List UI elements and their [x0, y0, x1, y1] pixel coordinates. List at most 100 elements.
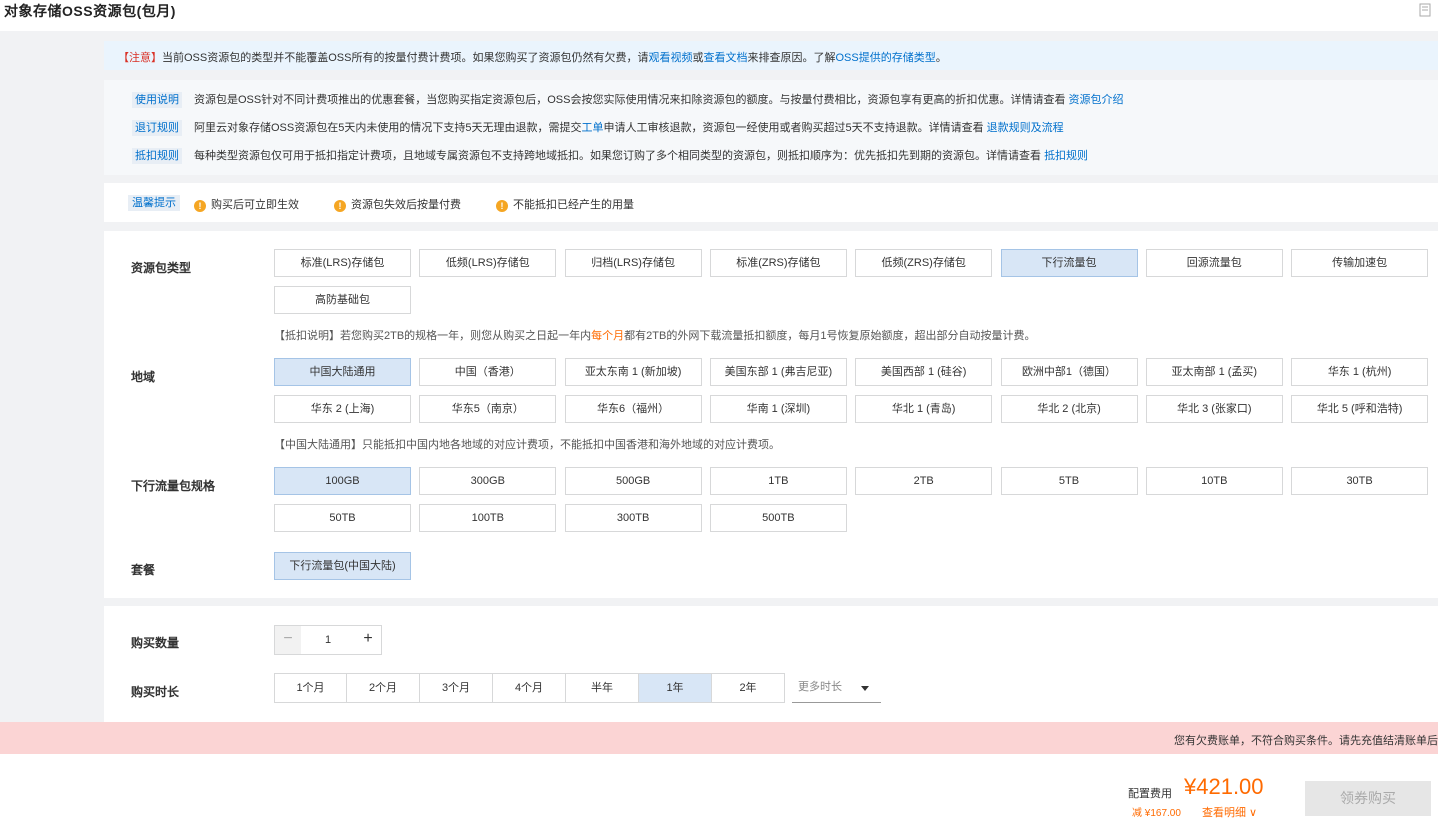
- quantity-input[interactable]: [301, 626, 355, 654]
- duration-option[interactable]: 2个月: [347, 673, 420, 703]
- spec-option[interactable]: 500GB: [564, 467, 702, 495]
- refund-text: 阿里云对象存储OSS资源包在5天内未使用的情况下支持5天无理由退款，需提交: [194, 122, 582, 134]
- top-bar: 对象存储OSS资源包(包月): [0, 0, 1438, 31]
- notice-tag: 【注意】: [118, 52, 162, 64]
- footer-bar: 配置费用 ¥421.00 减 ¥167.00 查看明细 ∨ 领券购买: [0, 754, 1438, 827]
- spec-option[interactable]: 300GB: [419, 467, 557, 495]
- arrears-alert: 您有欠费账单，不符合购买条件。请先充值结清账单后: [0, 722, 1438, 754]
- refund-label: 退订规则: [132, 120, 182, 136]
- usage-label: 使用说明: [132, 92, 182, 108]
- duration-label: 购买时长: [131, 685, 180, 699]
- info-panel: 使用说明 资源包是OSS针对不同计费项推出的优惠套餐，当您购买指定资源包后，OSS…: [104, 80, 1438, 175]
- package-intro-link[interactable]: 资源包介绍: [1069, 94, 1124, 106]
- region-option[interactable]: 华东6（福州）: [564, 395, 702, 423]
- usage-row: 使用说明 资源包是OSS针对不同计费项推出的优惠套餐，当您购买指定资源包后，OSS…: [132, 91, 1124, 108]
- view-detail-link[interactable]: 查看明细 ∨: [1202, 804, 1257, 820]
- view-doc-link[interactable]: 查看文档: [703, 52, 747, 64]
- duration-option[interactable]: 3个月: [420, 673, 493, 703]
- package-type-option[interactable]: 归档(LRS)存储包: [564, 249, 702, 277]
- spec-label: 下行流量包规格: [131, 479, 216, 493]
- region-option[interactable]: 亚太东南 1 (新加坡): [564, 358, 702, 386]
- spec-option[interactable]: 500TB: [709, 504, 847, 532]
- plan-label: 套餐: [131, 563, 156, 577]
- region-option[interactable]: 华东 1 (杭州): [1291, 358, 1429, 386]
- region-option[interactable]: 中国大陆通用: [274, 358, 411, 386]
- ticket-link[interactable]: 工单: [581, 122, 603, 134]
- package-type-option[interactable]: 传输加速包: [1291, 249, 1429, 277]
- config-panel: 资源包类型 标准(LRS)存储包 低频(LRS)存储包 归档(LRS)存储包 标准(Z…: [104, 231, 1438, 598]
- region-option[interactable]: 中国（香港）: [419, 358, 557, 386]
- tip-item: ! 不能抵扣已经产生的用量: [496, 196, 634, 212]
- page-title: 对象存储OSS资源包(包月): [4, 3, 176, 19]
- duration-option[interactable]: 1个月: [274, 673, 347, 703]
- region-option[interactable]: 华南 1 (深圳): [709, 395, 847, 423]
- region-option[interactable]: 华北 1 (青岛): [855, 395, 993, 423]
- deduct-row: 抵扣规则 每种类型资源包仅可用于抵扣指定计费项，且地域专属资源包不支持跨地域抵扣。…: [132, 147, 1088, 164]
- notice-or: 或: [692, 52, 704, 64]
- quantity-stepper[interactable]: − +: [274, 625, 382, 655]
- quantity-label: 购买数量: [131, 636, 180, 650]
- region-option[interactable]: 欧洲中部1（德国）: [1000, 358, 1138, 386]
- region-option[interactable]: 华东 2 (上海): [274, 395, 411, 423]
- spec-option[interactable]: 100TB: [419, 504, 557, 532]
- duration-option[interactable]: 半年: [566, 673, 639, 703]
- warning-icon: !: [496, 200, 508, 212]
- spec-option[interactable]: 50TB: [274, 504, 411, 532]
- region-option[interactable]: 华北 5 (呼和浩特): [1291, 395, 1429, 423]
- warning-icon: !: [194, 200, 206, 212]
- duration-option[interactable]: 4个月: [493, 673, 566, 703]
- region-option[interactable]: 华北 2 (北京): [1000, 395, 1138, 423]
- spec-option[interactable]: 30TB: [1291, 467, 1429, 495]
- region-option[interactable]: 美国东部 1 (弗吉尼亚): [709, 358, 847, 386]
- deduct-rules-link[interactable]: 抵扣规则: [1044, 150, 1088, 162]
- region-option[interactable]: 美国西部 1 (硅谷): [855, 358, 993, 386]
- spec-option[interactable]: 10TB: [1145, 467, 1283, 495]
- storage-types-link[interactable]: OSS提供的存储类型: [835, 52, 935, 64]
- warning-icon: !: [334, 200, 346, 212]
- refund-rules-link[interactable]: 退款规则及流程: [987, 122, 1064, 134]
- package-type-option[interactable]: 低频(LRS)存储包: [419, 249, 557, 277]
- region-option[interactable]: 华东5（南京）: [419, 395, 557, 423]
- package-type-option[interactable]: 标准(ZRS)存储包: [709, 249, 847, 277]
- spec-option[interactable]: 100GB: [274, 467, 411, 495]
- duration-option[interactable]: 1年: [639, 673, 712, 703]
- deduct-text: 每种类型资源包仅可用于抵扣指定计费项，且地域专属资源包不支持跨地域抵扣。如果您订…: [194, 150, 1045, 162]
- spec-option[interactable]: 300TB: [564, 504, 702, 532]
- document-icon[interactable]: [1418, 3, 1434, 17]
- caret-down-icon: [861, 686, 869, 691]
- package-type-option[interactable]: 标准(LRS)存储包: [274, 249, 411, 277]
- discount-amount: 减 ¥167.00: [1132, 808, 1181, 819]
- region-option[interactable]: 亚太南部 1 (孟买): [1145, 358, 1283, 386]
- tip-item: ! 资源包失效后按量付费: [334, 196, 461, 212]
- notice-text: 当前OSS资源包的类型并不能覆盖OSS所有的按量付费计费项。如果您购买了资源包仍…: [162, 52, 649, 64]
- more-duration-select[interactable]: 更多时长: [792, 673, 881, 703]
- notice-banner: 【注意】当前OSS资源包的类型并不能覆盖OSS所有的按量付费计费项。如果您购买了…: [104, 41, 1438, 70]
- coupon-buy-button[interactable]: 领券购买: [1305, 781, 1431, 816]
- package-type-option[interactable]: 低频(ZRS)存储包: [855, 249, 993, 277]
- total-price: ¥421.00: [1184, 774, 1264, 799]
- tips-label: 温馨提示: [128, 195, 180, 211]
- region-note: 【中国大陆通用】只能抵扣中国内地各地域的对应计费项，不能抵扣中国香港和海外地域的…: [274, 439, 780, 451]
- tips-bar: 温馨提示 ! 购买后可立即生效 ! 资源包失效后按量付费 ! 不能抵扣已经产生的用量: [104, 183, 1438, 222]
- package-type-label: 资源包类型: [131, 261, 192, 275]
- increment-button[interactable]: +: [355, 626, 381, 654]
- spec-option[interactable]: 5TB: [1000, 467, 1138, 495]
- package-type-option[interactable]: 回源流量包: [1145, 249, 1283, 277]
- notice-end: 。: [935, 52, 947, 64]
- package-type-option[interactable]: 下行流量包: [1000, 249, 1138, 277]
- deduct-label: 抵扣规则: [132, 148, 182, 164]
- plan-option[interactable]: 下行流量包(中国大陆): [274, 552, 411, 580]
- refund-row: 退订规则 阿里云对象存储OSS资源包在5天内未使用的情况下支持5天无理由退款，需提…: [132, 119, 1064, 136]
- region-option[interactable]: 华北 3 (张家口): [1145, 395, 1283, 423]
- notice-text-2: 来排查原因。了解: [747, 52, 836, 64]
- tip-item: ! 购买后可立即生效: [194, 196, 299, 212]
- deduct-note: 【抵扣说明】若您购买2TB的规格一年，则您从购买之日起一年内每个月都有2TB的外…: [274, 330, 1036, 342]
- package-type-option[interactable]: 高防基础包: [274, 286, 411, 314]
- refund-text-2: 申请人工审核退款，资源包一经使用或者购买超过5天不支持退款。详情请查看: [603, 122, 987, 134]
- spec-option[interactable]: 2TB: [855, 467, 993, 495]
- watch-video-link[interactable]: 观看视频: [648, 52, 692, 64]
- fee-label: 配置费用: [1128, 788, 1172, 800]
- decrement-button[interactable]: −: [275, 626, 301, 654]
- spec-option[interactable]: 1TB: [709, 467, 847, 495]
- duration-option[interactable]: 2年: [712, 673, 785, 703]
